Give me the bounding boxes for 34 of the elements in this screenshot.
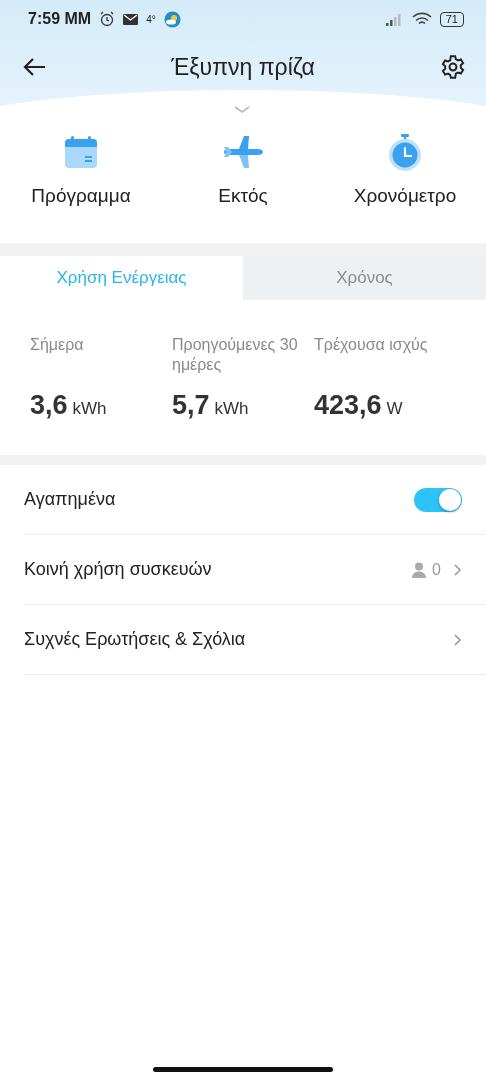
page-title: Έξυπνη πρίζα xyxy=(171,53,315,81)
quick-action-button[interactable]: Χρονόμετρο xyxy=(330,133,480,243)
stat-value: 423,6 xyxy=(314,390,382,421)
airplane-icon xyxy=(222,135,264,169)
stat-label: Τρέχουσα ισχύς xyxy=(314,335,429,355)
quick-action-button[interactable]: Πρόγραμμα xyxy=(6,133,156,243)
back-arrow-icon xyxy=(22,57,46,77)
stat-value: 3,6 xyxy=(30,390,68,421)
share-count: 0 xyxy=(432,560,441,579)
wifi-icon xyxy=(411,11,432,27)
setting-label: Συχνές Ερωτήσεις & Σχόλια xyxy=(24,629,246,650)
stat-unit: kWh xyxy=(72,399,107,419)
stat-value: 5,7 xyxy=(172,390,210,421)
favorite-toggle[interactable] xyxy=(414,487,462,512)
alarm-clock-icon xyxy=(99,11,116,27)
chevron-right-icon xyxy=(453,562,462,577)
chevron-down-icon[interactable] xyxy=(234,106,250,114)
status-time: 7:59 MM xyxy=(28,10,92,28)
chevron-right-icon xyxy=(453,632,462,647)
temperature-text: 4° xyxy=(146,13,156,25)
signal-icon xyxy=(385,12,404,26)
mail-icon xyxy=(123,13,139,25)
setting-label: Αγαπημένα xyxy=(24,489,116,510)
stat-unit: W xyxy=(386,399,403,419)
stat-label: Προηγούμενες 30 ημέρες xyxy=(172,335,299,375)
person-icon xyxy=(412,561,427,578)
battery-icon: 71 xyxy=(439,11,464,27)
stat-unit: kWh xyxy=(214,399,249,419)
setting-label: Κοινή χρήση συσκευών xyxy=(24,559,212,580)
quick-action-button[interactable]: Εκτός xyxy=(168,133,318,243)
settings-icon xyxy=(440,54,466,80)
stat-label: Σήμερα xyxy=(30,335,85,355)
weather-icon xyxy=(163,10,181,28)
calendar-icon xyxy=(64,135,98,169)
